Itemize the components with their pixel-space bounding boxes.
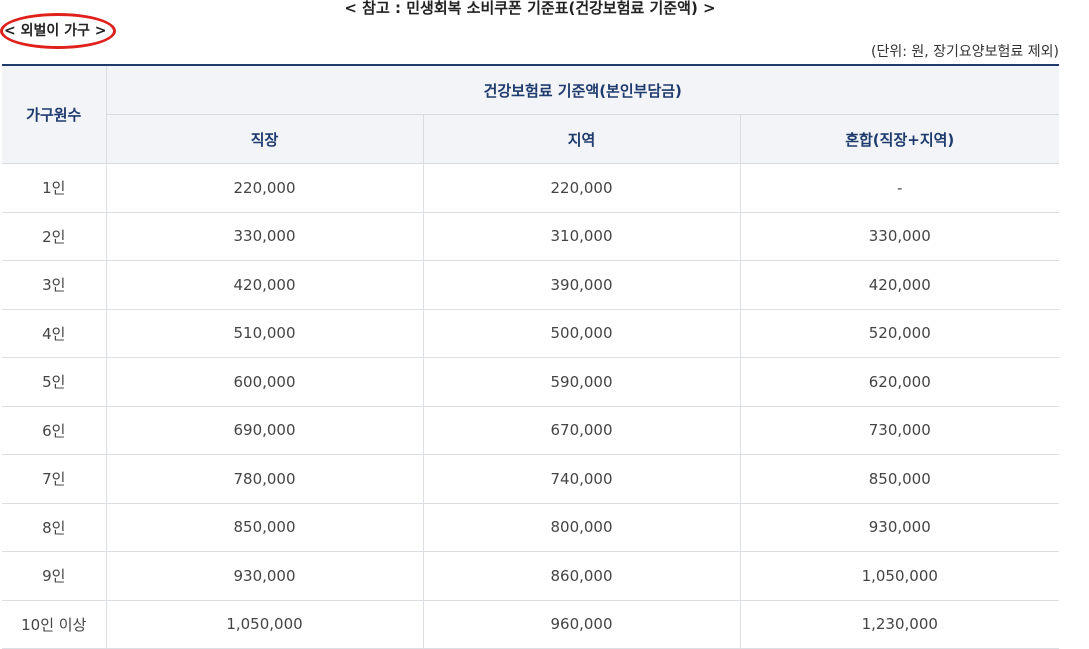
workplace-cell: 1,050,000 xyxy=(106,600,424,649)
regional-cell: 590,000 xyxy=(423,357,741,407)
column-header-regional: 지역 xyxy=(423,114,741,164)
regional-cell: 310,000 xyxy=(423,212,741,261)
household-size-cell: 4인 xyxy=(2,309,107,358)
mixed-cell: - xyxy=(740,163,1059,213)
mixed-cell: 520,000 xyxy=(740,309,1059,358)
regional-cell: 800,000 xyxy=(423,503,741,552)
mixed-cell: 730,000 xyxy=(740,406,1059,455)
mixed-cell: 620,000 xyxy=(740,357,1059,407)
household-size-header: 가구원수 xyxy=(2,65,107,164)
mixed-cell: 1,230,000 xyxy=(740,600,1059,649)
table-row: 9인 930,000 860,000 1,050,000 xyxy=(2,551,1059,601)
workplace-cell: 600,000 xyxy=(106,357,424,407)
table-row: 6인 690,000 670,000 730,000 xyxy=(2,406,1059,455)
regional-cell: 220,000 xyxy=(423,163,741,213)
regional-cell: 740,000 xyxy=(423,454,741,504)
workplace-cell: 220,000 xyxy=(106,163,424,213)
workplace-cell: 330,000 xyxy=(106,212,424,261)
household-size-cell: 1인 xyxy=(2,163,107,213)
benefit-criteria-table: 가구원수 건강보험료 기준액(본인부담금) 직장 지역 혼합(직장+지역) 1인… xyxy=(2,64,1059,649)
regional-cell: 860,000 xyxy=(423,551,741,601)
table-row: 10인 이상 1,050,000 960,000 1,230,000 xyxy=(2,600,1059,649)
workplace-cell: 850,000 xyxy=(106,503,424,552)
unit-note: (단위: 원, 장기요양보험료 제외) xyxy=(870,44,1059,60)
household-size-cell: 9인 xyxy=(2,551,107,601)
table-row: 4인 510,000 500,000 520,000 xyxy=(2,309,1059,358)
workplace-cell: 510,000 xyxy=(106,309,424,358)
regional-cell: 390,000 xyxy=(423,260,741,310)
table-row: 2인 330,000 310,000 330,000 xyxy=(2,212,1059,261)
regional-cell: 960,000 xyxy=(423,600,741,649)
mixed-cell: 850,000 xyxy=(740,454,1059,504)
column-header-mixed: 혼합(직장+지역) xyxy=(740,114,1059,164)
table-row: 1인 220,000 220,000 - xyxy=(2,163,1059,213)
mixed-cell: 1,050,000 xyxy=(740,551,1059,601)
workplace-cell: 930,000 xyxy=(106,551,424,601)
workplace-cell: 420,000 xyxy=(106,260,424,310)
household-size-cell: 3인 xyxy=(2,260,107,310)
workplace-cell: 780,000 xyxy=(106,454,424,504)
household-size-cell: 6인 xyxy=(2,406,107,455)
page-title: < 참고 : 민생회복 소비쿠폰 기준표(건강보험료 기준액) > xyxy=(344,0,716,17)
premium-group-header: 건강보험료 기준액(본인부담금) xyxy=(106,65,1059,115)
household-size-cell: 8인 xyxy=(2,503,107,552)
workplace-cell: 690,000 xyxy=(106,406,424,455)
highlight-circle xyxy=(0,13,116,49)
regional-cell: 500,000 xyxy=(423,309,741,358)
regional-cell: 670,000 xyxy=(423,406,741,455)
household-size-cell: 7인 xyxy=(2,454,107,504)
table-row: 8인 850,000 800,000 930,000 xyxy=(2,503,1059,552)
mixed-cell: 420,000 xyxy=(740,260,1059,310)
column-header-workplace: 직장 xyxy=(106,114,424,164)
table-row: 3인 420,000 390,000 420,000 xyxy=(2,260,1059,310)
table-row: 7인 780,000 740,000 850,000 xyxy=(2,454,1059,504)
household-size-cell: 5인 xyxy=(2,357,107,407)
household-size-cell: 10인 이상 xyxy=(2,600,107,649)
household-size-cell: 2인 xyxy=(2,212,107,261)
mixed-cell: 330,000 xyxy=(740,212,1059,261)
table-row: 5인 600,000 590,000 620,000 xyxy=(2,357,1059,407)
mixed-cell: 930,000 xyxy=(740,503,1059,552)
